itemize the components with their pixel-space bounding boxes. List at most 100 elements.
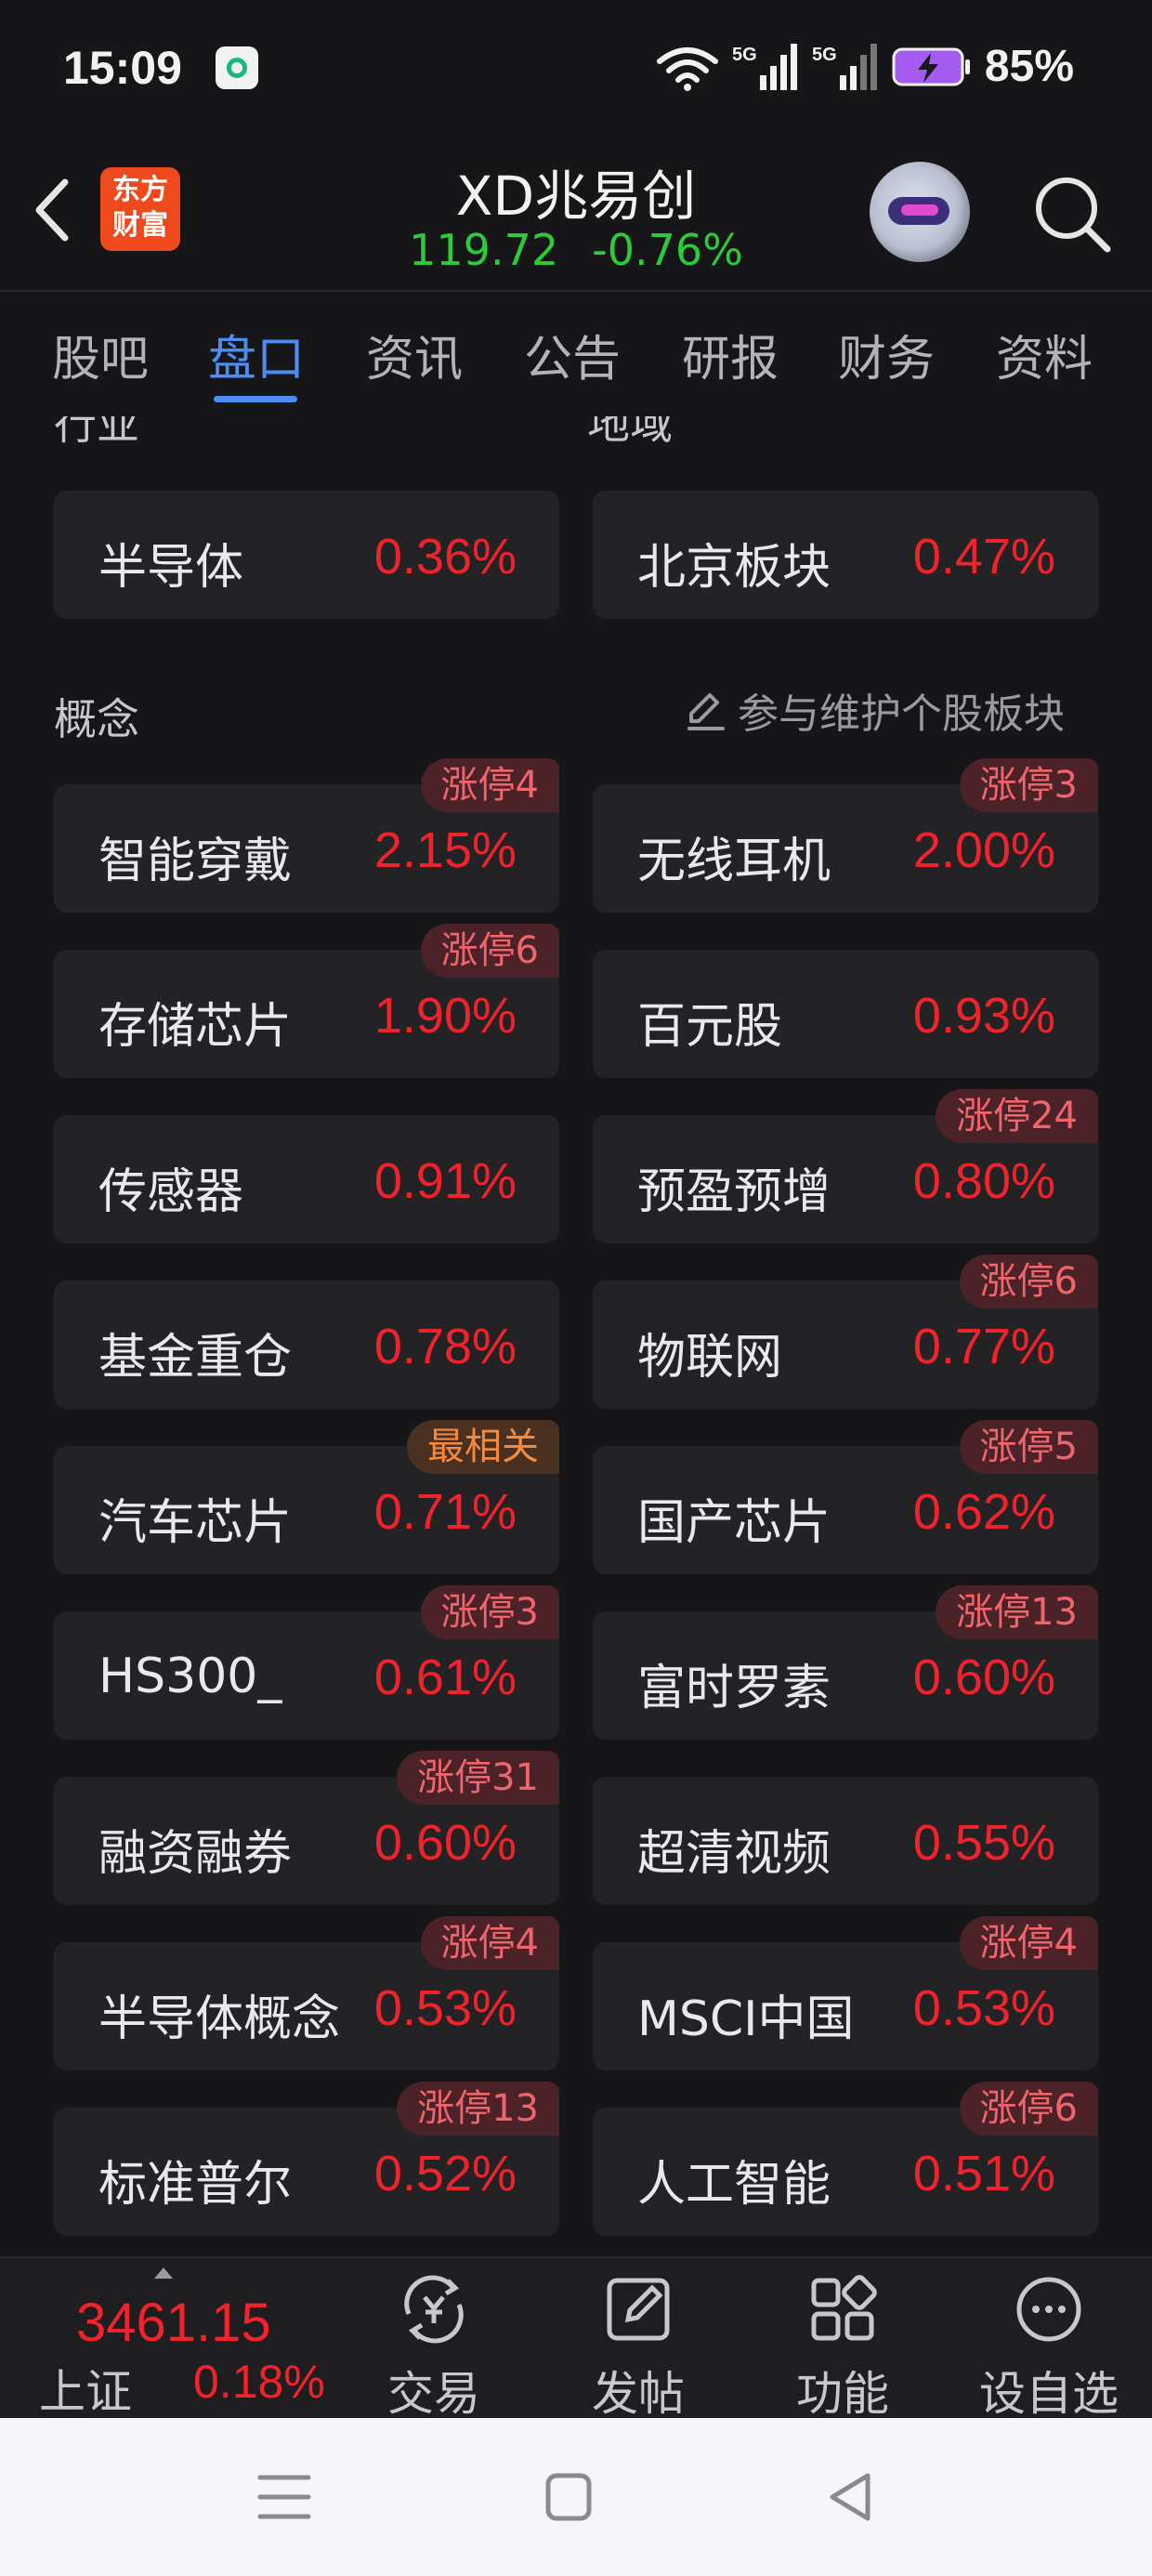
tab-guba[interactable]: 股吧 [52, 320, 149, 389]
limit-up-badge: 涨停3 [959, 758, 1098, 812]
menu-icon[interactable] [247, 2464, 321, 2530]
concept-card[interactable]: 物联网 0.77% 涨停6 [593, 1255, 1098, 1409]
concept-card[interactable]: MSCI中国 0.53% 涨停4 [593, 1916, 1098, 2070]
index-name: 上证 [39, 2365, 132, 2419]
functions-button[interactable]: 功能 [764, 2267, 922, 2421]
edit-icon [687, 693, 725, 730]
tab-news[interactable]: 资讯 [366, 320, 463, 389]
concept-card[interactable]: 富时罗素 0.60% 涨停13 [593, 1585, 1098, 1740]
concept-name: MSCI中国 [637, 1991, 855, 2047]
signal-5g-icon: 5G [812, 43, 877, 90]
concept-card[interactable]: 基金重仓 0.78% [54, 1281, 559, 1409]
concept-name: 无线耳机 [637, 834, 831, 889]
trade-label: 交易 [387, 2367, 480, 2421]
tab-finance[interactable]: 财务 [838, 320, 935, 389]
industry-card[interactable]: 半导体 0.36% [54, 491, 559, 619]
tab-bar: 股吧 盘口 资讯 公告 研报 财务 资料 [0, 290, 1152, 414]
post-label: 发帖 [592, 2367, 685, 2421]
stock-quote: 119.72 -0.76% [0, 225, 1152, 275]
robot-assistant-avatar[interactable] [870, 162, 970, 262]
back-triangle-icon[interactable] [814, 2464, 888, 2530]
svg-text:5G: 5G [812, 45, 837, 65]
concept-change: 0.61% [373, 1649, 517, 1705]
region-card[interactable]: 北京板块 0.47% [593, 491, 1098, 619]
concept-card[interactable]: 半导体概念 0.53% 涨停4 [54, 1916, 559, 2070]
concept-card[interactable]: 无线耳机 2.00% 涨停3 [593, 758, 1098, 913]
signal-5g-icon: 5G [732, 43, 797, 90]
limit-up-badge: 涨停6 [420, 924, 559, 978]
limit-up-badge: 涨停13 [397, 2082, 559, 2136]
concept-card[interactable]: 人工智能 0.51% 涨停6 [593, 2082, 1098, 2236]
limit-up-badge: 涨停13 [936, 1585, 1098, 1639]
concept-change: 0.78% [373, 1319, 517, 1374]
concept-card[interactable]: 超清视频 0.55% [593, 1777, 1098, 1905]
concept-change: 0.53% [912, 1980, 1055, 2036]
index-change: 0.18% [193, 2356, 325, 2408]
maintain-sectors-text: 参与维护个股板块 [738, 690, 1065, 738]
tab-pankou[interactable]: 盘口 [208, 320, 305, 389]
add-watchlist-button[interactable]: 设自选 [970, 2267, 1128, 2421]
post-button[interactable]: 发帖 [559, 2267, 717, 2421]
concept-change: 2.15% [373, 822, 517, 878]
status-bar: 15:09 5G 5G 85% [0, 0, 1152, 139]
expand-caret-icon [154, 2267, 173, 2279]
sector-name: 半导体 [98, 540, 244, 596]
limit-up-badge: 涨停6 [959, 1255, 1098, 1308]
concept-card[interactable]: HS300_ 0.61% 涨停3 [54, 1585, 559, 1740]
concept-card[interactable]: 存储芯片 1.90% 涨停6 [54, 924, 559, 1078]
concept-card[interactable]: 标准普尔 0.52% 涨停13 [54, 2082, 559, 2236]
concept-change: 0.80% [912, 1153, 1055, 1209]
limit-up-badge: 涨停4 [420, 758, 559, 812]
status-time: 15:09 [63, 42, 182, 94]
limit-up-badge: 涨停3 [420, 1585, 559, 1639]
sector-change: 0.36% [373, 529, 517, 585]
app-notification-icon [216, 46, 258, 89]
concept-name: 超清视频 [637, 1826, 831, 1882]
svg-text:5G: 5G [732, 45, 757, 65]
concept-card[interactable]: 融资融券 0.60% 涨停31 [54, 1751, 559, 1905]
concept-card[interactable]: 国产芯片 0.62% 涨停5 [593, 1420, 1098, 1574]
trade-icon [404, 2275, 464, 2344]
limit-up-badge: 涨停24 [936, 1089, 1098, 1143]
concept-change: 0.71% [373, 1484, 517, 1540]
tab-announcements[interactable]: 公告 [524, 320, 621, 389]
concept-name: 标准普尔 [98, 2157, 293, 2213]
tab-research[interactable]: 研报 [682, 320, 779, 389]
more-circle-icon [1016, 2277, 1081, 2342]
concept-card[interactable]: 预盈预增 0.80% 涨停24 [593, 1089, 1098, 1243]
concept-card[interactable]: 汽车芯片 0.71% 最相关 [54, 1420, 559, 1574]
concept-name: 人工智能 [637, 2157, 831, 2213]
concept-change: 0.55% [912, 1815, 1055, 1871]
industry-label: 行业 [54, 416, 139, 449]
sector-name: 北京板块 [637, 540, 831, 596]
sector-content: 行业 地域 半导体 0.36% 北京板块 0.47% 概念 参与维护个股板块 智… [0, 416, 1152, 2256]
concept-name: 半导体概念 [98, 1991, 341, 2047]
concept-change: 0.93% [912, 988, 1055, 1044]
add-watchlist-label: 设自选 [979, 2367, 1119, 2421]
tab-profile[interactable]: 资料 [996, 320, 1093, 389]
home-icon[interactable] [531, 2464, 606, 2530]
search-icon[interactable] [1029, 171, 1113, 255]
trade-button[interactable]: 交易 [355, 2267, 513, 2421]
limit-up-badge: 涨停6 [959, 2082, 1098, 2136]
maintain-sectors-link[interactable]: 参与维护个股板块 [684, 680, 1065, 740]
concept-name: 百元股 [637, 999, 783, 1055]
concept-name: 融资融券 [98, 1826, 293, 1882]
limit-up-badge: 涨停31 [397, 1751, 559, 1805]
stock-change: -0.76% [592, 225, 743, 275]
bottom-toolbar: 3461.15 上证 0.18% 交易 发帖 功能 设自选 [0, 2256, 1152, 2421]
concept-card[interactable]: 百元股 0.93% [593, 950, 1098, 1078]
limit-up-badge: 涨停4 [959, 1916, 1098, 1970]
concept-card[interactable]: 智能穿戴 2.15% 涨停4 [54, 758, 559, 913]
concept-name: 汽车芯片 [98, 1495, 293, 1551]
concept-change: 0.77% [912, 1319, 1055, 1374]
concept-change: 0.51% [912, 2146, 1055, 2201]
concept-name: 存储芯片 [98, 999, 293, 1055]
sector-change: 0.47% [912, 529, 1055, 585]
concept-name: 物联网 [637, 1330, 783, 1386]
stock-name: XD兆易创 [455, 164, 697, 228]
region-label: 地域 [587, 416, 673, 449]
concept-card[interactable]: 传感器 0.91% [54, 1115, 559, 1243]
battery-charging-icon [892, 47, 970, 85]
system-nav-bar [0, 2418, 1152, 2576]
